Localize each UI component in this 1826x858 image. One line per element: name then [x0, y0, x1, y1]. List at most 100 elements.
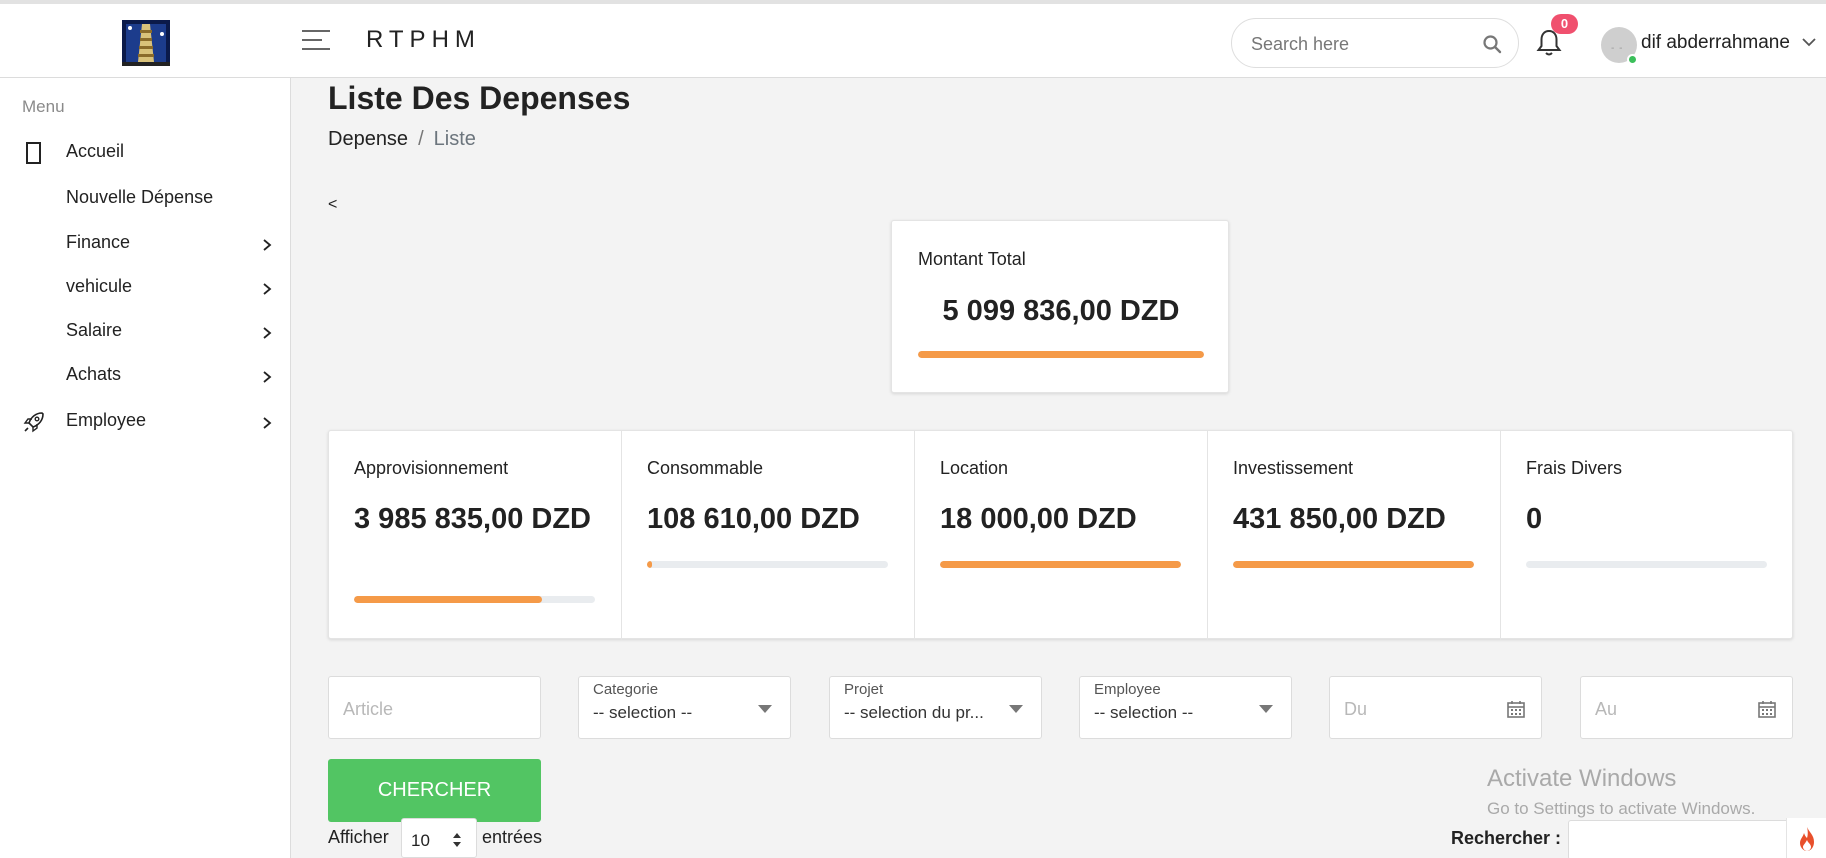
rocket-icon: [23, 412, 44, 433]
caret-down-icon: [1009, 705, 1023, 713]
total-label: Montant Total: [918, 249, 1026, 269]
page-size-select[interactable]: 10: [401, 818, 477, 858]
progress-fill: [940, 561, 1181, 568]
select-caption: Employee: [1094, 681, 1161, 698]
progress-fill: [1233, 561, 1474, 568]
table-search-label: Rechercher :: [1451, 828, 1562, 848]
breadcrumb-separator: /: [418, 128, 424, 150]
select-caption: Projet: [844, 681, 884, 698]
sidebar: Menu Accueil Nouvelle Dépense Finance ve…: [0, 78, 291, 858]
stat-label: Frais Divers: [1526, 458, 1623, 478]
date-from-field: [1329, 676, 1542, 739]
app-title: RTPHM: [366, 26, 481, 53]
sidebar-item-label: vehicule: [66, 276, 133, 296]
breadcrumb-item-liste: Liste: [433, 128, 476, 150]
select-value: -- selection du pr...: [844, 703, 984, 722]
stat-progress-bar: [940, 561, 1181, 568]
mobile-icon: [26, 142, 41, 164]
windows-activation-subtitle: Go to Settings to activate Windows.: [1487, 799, 1756, 818]
caret-down-icon: [758, 705, 772, 713]
table-search-input[interactable]: [1577, 829, 1777, 853]
header-search: [1231, 18, 1519, 68]
progress-fill: [354, 596, 542, 603]
logo-image[interactable]: [120, 16, 172, 68]
stat-progress-bar: [354, 596, 595, 603]
breadcrumb-item-depense[interactable]: Depense: [328, 128, 408, 150]
chevron-right-icon: [263, 371, 272, 383]
sidebar-item-achats[interactable]: Achats: [0, 354, 291, 396]
sidebar-item-label: Salaire: [66, 320, 123, 340]
flame-icon: [1800, 827, 1814, 851]
stat-value: 108 610,00 DZD: [647, 503, 860, 535]
stat-label: Approvisionnement: [354, 458, 509, 478]
sidebar-item-vehicule[interactable]: vehicule: [0, 266, 291, 308]
sort-arrows-icon: [453, 833, 461, 847]
notification-badge: 0: [1551, 14, 1578, 34]
stat-value: 18 000,00 DZD: [940, 503, 1137, 535]
date-to-input[interactable]: [1595, 696, 1755, 722]
calendar-icon[interactable]: [1758, 700, 1776, 718]
select-caption: Categorie: [593, 681, 659, 698]
date-to-field: [1580, 676, 1793, 739]
entries-label: entrées: [482, 827, 543, 847]
stat-progress-bar: [1233, 561, 1474, 568]
stat-card-frais-divers: Frais Divers 0: [1501, 431, 1794, 640]
breadcrumb: Depense / Liste: [328, 128, 476, 151]
sidebar-item-salaire[interactable]: Salaire: [0, 310, 291, 352]
stat-label: Investissement: [1233, 458, 1354, 478]
sidebar-item-label: Finance: [66, 232, 131, 252]
back-link[interactable]: <: [328, 196, 337, 214]
total-amount-card: Montant Total 5 099 836,00 DZD: [891, 220, 1229, 393]
category-stats: Approvisionnement 3 985 835,00 DZD Conso…: [328, 430, 1794, 640]
sidebar-item-finance[interactable]: Finance: [0, 222, 291, 264]
top-header: RTPHM 0 - - dif abderrahmane: [0, 0, 1826, 78]
progress-fill: [918, 351, 1204, 358]
stat-label: Location: [940, 458, 1009, 478]
chevron-right-icon: [263, 283, 272, 295]
chevron-right-icon: [263, 239, 272, 251]
chevron-right-icon: [263, 327, 272, 339]
stat-value: 0: [1526, 503, 1543, 535]
stat-card-consommable: Consommable 108 610,00 DZD: [622, 431, 915, 640]
select-value: -- selection --: [1094, 703, 1194, 722]
employee-select[interactable]: Employee -- selection --: [1079, 676, 1292, 739]
stat-value: 3 985 835,00 DZD: [354, 503, 591, 535]
sidebar-item-label: Accueil: [66, 141, 125, 161]
categorie-select[interactable]: Categorie -- selection --: [578, 676, 791, 739]
stat-card-location: Location 18 000,00 DZD: [915, 431, 1208, 640]
search-input[interactable]: [1251, 31, 1471, 57]
sidebar-item-nouvelle-depense[interactable]: Nouvelle Dépense: [0, 177, 291, 219]
hamburger-icon[interactable]: [302, 30, 330, 56]
table-search-field: [1568, 820, 1793, 858]
article-filter: [328, 676, 541, 739]
sidebar-item-employee[interactable]: Employee: [0, 400, 291, 442]
chevron-down-icon[interactable]: [1801, 36, 1817, 48]
flame-widget[interactable]: [1786, 818, 1826, 858]
stat-progress-bar: [647, 561, 888, 568]
windows-activation-title: Activate Windows: [1487, 765, 1677, 792]
stat-label: Consommable: [647, 458, 764, 478]
calendar-icon[interactable]: [1507, 700, 1525, 718]
page-title: Liste Des Depenses: [328, 80, 631, 116]
sidebar-item-accueil[interactable]: Accueil: [0, 131, 291, 173]
total-value: 5 099 836,00 DZD: [942, 295, 1180, 327]
date-from-input[interactable]: [1344, 696, 1504, 722]
progress-fill: [647, 561, 652, 568]
stat-card-investissement: Investissement 431 850,00 DZD: [1208, 431, 1501, 640]
search-icon[interactable]: [1482, 34, 1502, 54]
chevron-right-icon: [263, 417, 272, 429]
total-progress-bar: [918, 351, 1204, 358]
chercher-button[interactable]: CHERCHER: [328, 759, 541, 822]
online-status-dot: [1627, 54, 1638, 65]
stat-card-approvisionnement: Approvisionnement 3 985 835,00 DZD: [329, 431, 622, 640]
article-input[interactable]: [343, 696, 503, 722]
show-entries-label: Afficher: [328, 827, 389, 847]
caret-down-icon: [1259, 705, 1273, 713]
select-value: -- selection --: [593, 703, 693, 722]
projet-select[interactable]: Projet -- selection du pr...: [829, 676, 1042, 739]
sidebar-item-label: Employee: [66, 410, 147, 430]
stat-value: 431 850,00 DZD: [1233, 503, 1446, 535]
stat-progress-bar: [1526, 561, 1767, 568]
page-size-value: 10: [411, 831, 430, 850]
user-name[interactable]: dif abderrahmane: [1641, 32, 1790, 54]
